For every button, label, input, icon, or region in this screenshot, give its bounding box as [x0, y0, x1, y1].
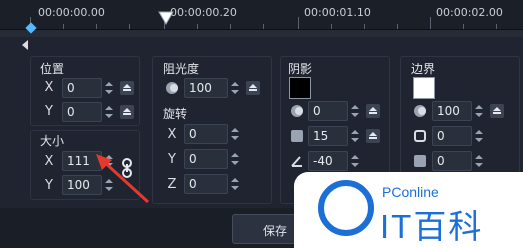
ruler-tick	[298, 17, 299, 29]
playhead-icon[interactable]	[158, 10, 174, 26]
ruler-tick	[397, 24, 398, 29]
rotation-x-input[interactable]: 0	[184, 124, 228, 144]
keyframe-button-icon[interactable]	[120, 81, 134, 95]
timeline-track[interactable]	[0, 30, 523, 37]
ruler-tick	[129, 24, 130, 29]
ruler-tick	[63, 24, 64, 29]
position-x-label: X	[44, 80, 54, 95]
keyframe-button-icon[interactable]	[246, 81, 260, 95]
shadow-color-swatch[interactable]	[289, 77, 311, 99]
ruler-tick	[263, 24, 264, 29]
border-width-stepper[interactable]	[473, 126, 485, 146]
rotation-z-label: Z	[167, 177, 177, 192]
border-title: 边界	[411, 62, 436, 76]
shadow-blur-stepper[interactable]	[349, 126, 361, 146]
border-blur-stepper[interactable]	[473, 151, 485, 171]
shadow-opacity-stepper[interactable]	[349, 101, 361, 121]
opacity-stepper[interactable]	[229, 78, 241, 98]
timeline-ruler[interactable]: 00:00:00.00 00:00:00.20 00:00:01.10 00:0…	[0, 0, 523, 30]
opacity-input[interactable]: 100	[184, 78, 228, 98]
ruler-tick	[230, 24, 231, 29]
border-color-swatch[interactable]	[413, 77, 435, 99]
rotation-x-stepper[interactable]	[229, 124, 241, 144]
watermark-big-text: IT百科	[380, 208, 484, 245]
border-width-input[interactable]: 0	[432, 126, 472, 146]
border-blur-icon	[414, 155, 426, 167]
rotation-x-label: X	[167, 127, 177, 142]
size-y-label: Y	[45, 178, 53, 193]
ruler-tick	[463, 24, 464, 29]
border-width-icon	[414, 130, 426, 142]
opacity-icon	[166, 82, 178, 94]
keyframe-button-icon[interactable]	[366, 104, 380, 118]
keyframe-button-icon[interactable]	[120, 105, 134, 119]
shadow-opacity-icon	[291, 105, 303, 117]
size-title: 大小	[40, 134, 65, 148]
border-opacity-input[interactable]: 100	[432, 101, 472, 121]
size-x-label: X	[44, 154, 54, 169]
blur-icon	[291, 130, 303, 142]
shadow-title: 阴影	[288, 62, 313, 76]
position-y-input[interactable]: 0	[62, 102, 102, 122]
watermark-logo-icon	[318, 180, 374, 236]
position-x-stepper[interactable]	[103, 78, 115, 98]
angle-icon	[291, 156, 302, 167]
keyframe-button-icon[interactable]	[366, 129, 380, 143]
border-blur-input[interactable]: 0	[432, 151, 472, 171]
shadow-opacity-input[interactable]: 0	[308, 101, 348, 121]
shadow-angle-input[interactable]: -40	[308, 151, 348, 171]
ruler-tick	[331, 24, 332, 29]
annotation-arrow-icon	[96, 154, 150, 204]
watermark-small-text: PConline	[382, 184, 439, 200]
border-opacity-stepper[interactable]	[473, 101, 485, 121]
opacity-title: 阻光度	[163, 62, 200, 76]
rotation-y-stepper[interactable]	[229, 149, 241, 169]
ruler-tick	[364, 24, 365, 29]
ruler-tick	[430, 17, 431, 29]
ruler-tick	[496, 24, 497, 29]
scroll-left-icon[interactable]	[22, 40, 28, 50]
tick-label: 00:00:00.20	[170, 6, 237, 19]
ruler-tick	[197, 24, 198, 29]
keyframe-button-icon[interactable]	[490, 104, 504, 118]
position-y-stepper[interactable]	[103, 102, 115, 122]
position-x-input[interactable]: 0	[62, 78, 102, 98]
shadow-blur-input[interactable]: 15	[308, 126, 348, 146]
rotation-z-input[interactable]: 0	[184, 174, 228, 194]
shadow-angle-stepper[interactable]	[349, 151, 361, 171]
tick-label: 00:00:02.00	[436, 6, 503, 19]
ruler-tick	[96, 24, 97, 29]
tick-label: 00:00:01.10	[304, 6, 371, 19]
rotation-title: 旋转	[163, 107, 188, 121]
border-opacity-icon	[414, 105, 426, 117]
position-y-label: Y	[45, 104, 53, 119]
rotation-z-stepper[interactable]	[229, 174, 241, 194]
tick-label: 00:00:00.00	[38, 6, 105, 19]
rotation-y-input[interactable]: 0	[184, 149, 228, 169]
rotation-y-label: Y	[168, 152, 176, 167]
position-title: 位置	[40, 62, 65, 76]
